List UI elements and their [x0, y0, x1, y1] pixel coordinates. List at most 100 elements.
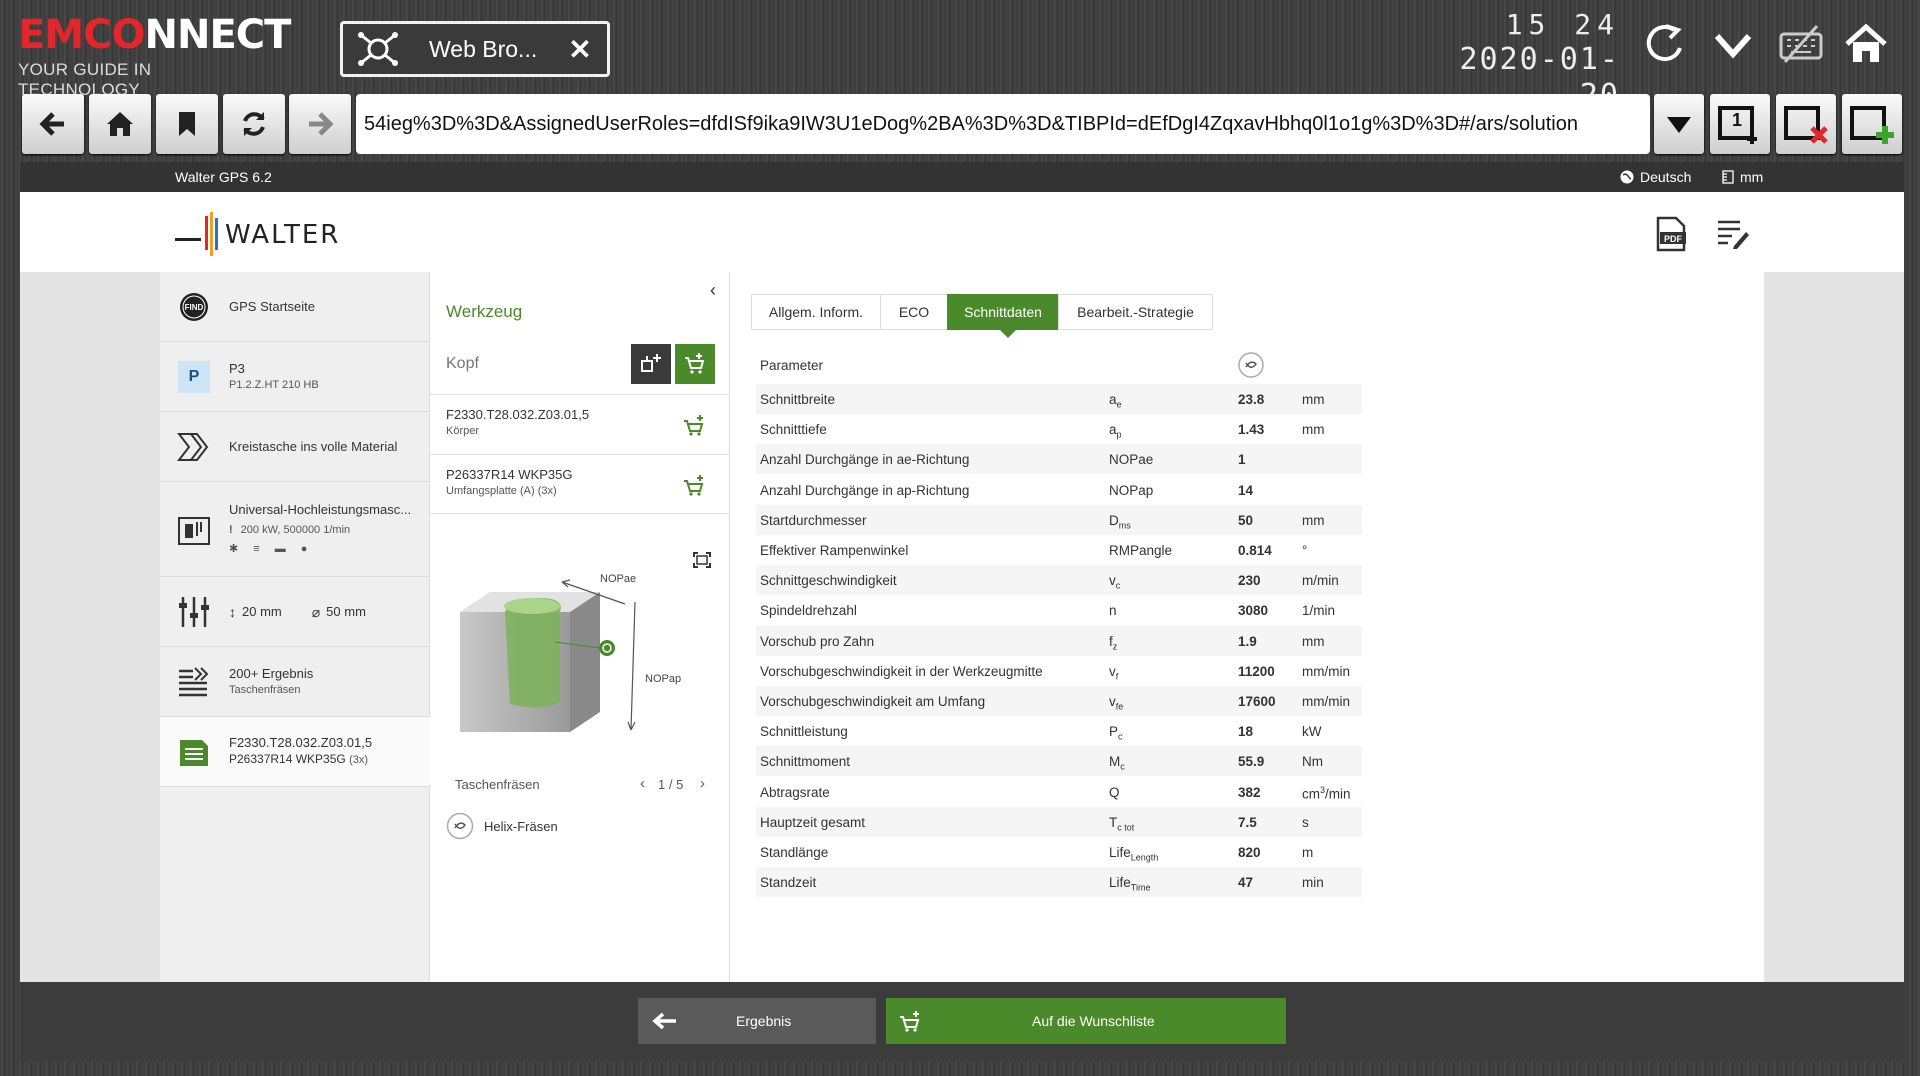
sidebar-item-results[interactable]: 200+ Ergebnis Taschenfräsen: [160, 647, 430, 717]
param-value: 23.8: [1238, 392, 1265, 407]
home-icon: [107, 112, 133, 136]
bookmark-button[interactable]: [156, 94, 218, 154]
depth-icon: ↕: [229, 603, 236, 620]
collapse-chevron-left-icon[interactable]: ‹: [710, 280, 716, 301]
language-selector[interactable]: Deutsch: [1620, 169, 1691, 185]
tool-item-insert[interactable]: P26337R14 WKP35G Umfangsplatte (A) (3x): [430, 454, 730, 514]
sidebar-item-sub: 200 kW, 500000 1/min: [240, 523, 351, 536]
tool-item-name: P26337R14 WKP35G: [446, 467, 573, 482]
add-tool-assembly-button[interactable]: [631, 344, 671, 384]
arrow-left-icon: [39, 112, 64, 136]
param-value: 820: [1238, 845, 1261, 860]
table-row: Schnittmoment Mc 55.9 Nm: [756, 746, 1362, 777]
unit-selector[interactable]: mm: [1722, 169, 1763, 185]
param-value: 17600: [1238, 694, 1276, 709]
forward-button[interactable]: [289, 94, 351, 154]
helix-strategy-item[interactable]: Helix-Fräsen: [446, 812, 558, 840]
main-panel: Allgem. Inform. ECO Schnittdaten Bearbei…: [730, 272, 1764, 982]
param-value: 18: [1238, 724, 1254, 740]
tab-general-info[interactable]: Allgem. Inform.: [751, 294, 881, 330]
depth-value: 20 mm: [242, 603, 282, 619]
tab-machining-strategy[interactable]: Bearbeit.-Strategie: [1058, 294, 1213, 330]
helix-icon[interactable]: [1238, 352, 1264, 378]
refresh-loop-icon[interactable]: [1640, 18, 1692, 70]
emconnect-logo: EMCONNECT YOUR GUIDE IN TECHNOLOGY: [18, 14, 291, 99]
helix-icon: [446, 812, 474, 840]
nopap-label: NOPap: [645, 673, 681, 685]
param-unit: mm: [1302, 422, 1325, 438]
machine-feature-icons: ✱ ≡ ▬ ●: [229, 542, 314, 555]
tab-eco[interactable]: ECO: [880, 294, 948, 330]
add-to-cart-button[interactable]: [675, 344, 715, 384]
back-button[interactable]: [22, 94, 84, 154]
tab-cutting-data[interactable]: Schnittdaten: [947, 294, 1059, 330]
sidebar-item-solution[interactable]: F2330.T28.032.Z03.01,5 P26337R14 WKP35G (…: [160, 717, 430, 787]
sidebar-item-operation[interactable]: Kreistasche ins volle Material: [160, 412, 430, 482]
close-icon[interactable]: ✕: [565, 33, 595, 66]
home-icon[interactable]: [1840, 18, 1892, 70]
walter-logo-text: WALTER: [225, 220, 341, 250]
sidebar-item-sub: P26337R14 WKP35G: [229, 752, 346, 766]
close-tab-button[interactable]: [1776, 94, 1836, 154]
walter-logo[interactable]: WALTER: [175, 210, 365, 260]
param-value: 1.43: [1238, 422, 1265, 438]
material-p-icon: P: [177, 360, 211, 394]
param-name: Anzahl Durchgänge in ae-Richtung: [760, 452, 970, 468]
param-name: Anzahl Durchgänge in ap-Richtung: [760, 482, 970, 498]
param-unit: °: [1302, 543, 1308, 558]
table-row: Schnittgeschwindigkeit vc 230 m/min: [756, 565, 1362, 596]
home-button[interactable]: [89, 94, 151, 154]
sidebar-item-machine[interactable]: Universal-Hochleistungsmasc... ! 200 kW, …: [160, 482, 430, 577]
param-unit: min: [1302, 875, 1324, 891]
table-row: Vorschubgeschwindigkeit am Umfang vfe 1760…: [756, 686, 1362, 716]
url-input[interactable]: 54ieg%3D%3D&AssignedUserRoles=dfdISf9ika…: [356, 94, 1650, 154]
param-value: 1.9: [1238, 633, 1257, 649]
param-name: Schnittgeschwindigkeit: [760, 573, 897, 589]
cart-plus-icon[interactable]: [682, 413, 708, 437]
assembly-plus-icon: [641, 354, 661, 372]
param-value: 7.5: [1238, 814, 1257, 830]
diameter-value: 50 mm: [326, 603, 366, 619]
clock-time: 15 24: [1505, 8, 1620, 41]
chevron-down-icon[interactable]: [1707, 18, 1759, 70]
app-tab-web-browser[interactable]: Web Bro... ✕: [340, 21, 610, 77]
param-symbol: Dms: [1109, 512, 1131, 531]
sidebar-item-label: P3: [229, 360, 245, 376]
sidebar-item-dimensions[interactable]: ↕ 20 mm ⌀ 50 mm: [160, 577, 430, 647]
triangle-down-icon: [1667, 117, 1691, 133]
table-row: Schnittbreite ae 23.8 mm: [756, 384, 1362, 414]
site-top-bar: Walter GPS 6.2 Deutsch mm: [20, 162, 1904, 192]
sidebar-item-sub: Taschenfräsen: [229, 683, 301, 696]
chevron-right-icon[interactable]: ›: [700, 775, 705, 792]
param-symbol: LifeLength: [1109, 845, 1159, 863]
table-row: Schnittleistung Pc 18 kW: [756, 716, 1362, 746]
add-to-wishlist-button[interactable]: Auf die Wunschliste: [886, 998, 1286, 1044]
param-symbol: Q: [1109, 784, 1120, 800]
pdf-icon[interactable]: PDF: [1654, 216, 1688, 252]
list-edit-icon[interactable]: [1716, 218, 1750, 250]
sidebar-item-material[interactable]: P P3 P1.2.Z.HT 210 HB: [160, 342, 430, 412]
param-symbol: vf: [1109, 663, 1119, 682]
param-value: 3080: [1238, 603, 1269, 619]
cart-plus-icon[interactable]: [682, 473, 708, 497]
chevron-left-icon[interactable]: ‹: [640, 775, 645, 792]
param-unit: mm: [1302, 512, 1325, 528]
tool-item-sub: Körper: [446, 425, 480, 437]
url-dropdown-button[interactable]: [1654, 94, 1704, 154]
ruler-icon: [1722, 170, 1734, 184]
back-to-results-button[interactable]: Ergebnis: [638, 998, 876, 1044]
tabs-count-button[interactable]: 1: [1710, 94, 1770, 154]
param-value: 1: [1238, 452, 1246, 468]
reload-button[interactable]: [223, 94, 285, 154]
param-unit: m: [1302, 845, 1314, 860]
svg-text:FIND: FIND: [185, 303, 204, 312]
new-tab-button[interactable]: [1842, 94, 1902, 154]
keyboard-off-icon[interactable]: [1775, 18, 1827, 70]
param-name: Standlänge: [760, 845, 829, 860]
param-symbol: Mc: [1109, 754, 1125, 773]
tool-item-body[interactable]: F2330.T28.032.Z03.01,5 Körper: [430, 394, 730, 454]
sidebar-item-gps-start[interactable]: FIND GPS Startseite: [160, 272, 430, 342]
strategy-pager: Taschenfräsen ‹ 1 / 5 ›: [455, 775, 715, 792]
param-value: 50: [1238, 512, 1254, 528]
web-browser-app-icon: [358, 32, 398, 66]
